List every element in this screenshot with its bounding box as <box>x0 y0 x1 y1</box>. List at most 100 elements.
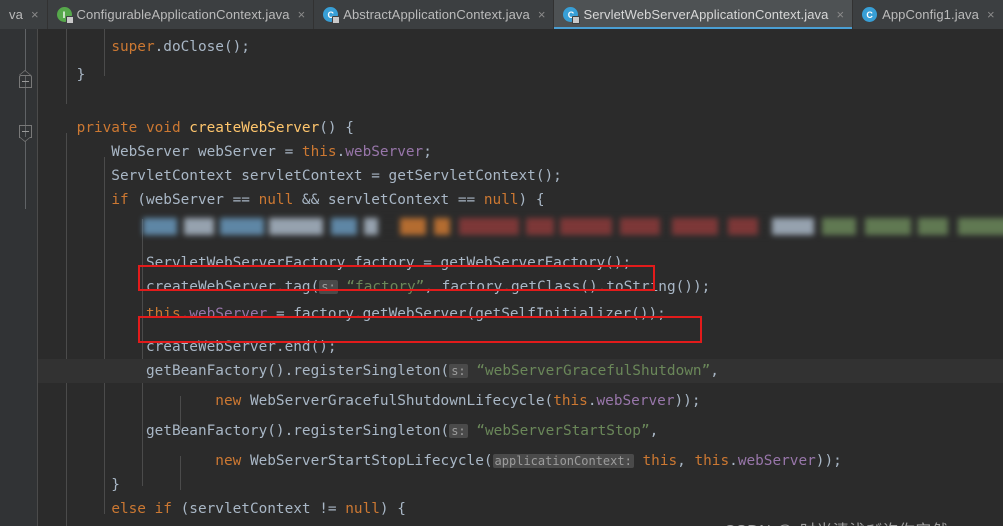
code-token: this <box>694 453 730 469</box>
code-line: } <box>42 473 120 497</box>
code-line: } <box>42 63 86 87</box>
code-line: this.webServer = factory.getWebServer(ge… <box>42 302 666 326</box>
code-token: “webServerStartStop” <box>476 423 650 439</box>
editor-tab-bar: va × I ConfigurableApplicationContext.java ×… <box>0 0 1003 29</box>
fold-region-line <box>25 29 26 209</box>
editor-tab-servletwebserverapplicationcontext-java[interactable]: C ServletWebServerApplicationContext.java… <box>554 0 854 29</box>
code-token: ) { <box>379 501 406 517</box>
code-token: this <box>553 393 588 409</box>
code-line: new WebServerGracefulShutdownLifecycle(t… <box>42 389 700 413</box>
code-token: null <box>345 501 380 517</box>
editor-tab-appconfig1-java[interactable]: C AppConfig1.java × <box>853 0 1003 29</box>
code-token: null <box>483 192 519 208</box>
code-line: createWebServer.tag(s: “factory”, factor… <box>42 275 710 299</box>
java-class-icon: C <box>323 7 341 24</box>
close-icon[interactable]: × <box>538 8 546 21</box>
close-icon[interactable]: × <box>987 8 995 21</box>
code-token: . <box>729 453 738 469</box>
code-token: } <box>42 477 120 493</box>
code-line: ServletWebServerFactory factory = getWeb… <box>42 251 631 275</box>
editor-tab-label: AbstractApplicationContext.java <box>343 7 530 22</box>
editor-tab-label: va <box>9 7 23 22</box>
code-token: else if <box>111 501 172 517</box>
code-token: .doClose <box>154 39 224 55</box>
editor-tab-configurableapplicationcontext-java[interactable]: I ConfigurableApplicationContext.java × <box>47 0 315 29</box>
code-line: getBeanFactory().registerSingleton(s: “w… <box>42 419 658 443</box>
code-token: && servletContext == <box>293 192 484 208</box>
ide-editor-window: va × I ConfigurableApplicationContext.java ×… <box>0 0 1003 526</box>
editor-tab-label: ServletWebServerApplicationContext.java <box>583 7 829 22</box>
code-editor-area[interactable]: } super.doClose(); } private void create… <box>38 29 1003 526</box>
code-token: ) { <box>518 192 545 208</box>
code-line: createWebServer.end(); <box>42 335 337 359</box>
fold-marker-collapse-method[interactable] <box>19 125 32 142</box>
code-token: = factory.getWebServer(getSelfInitialize… <box>267 306 666 322</box>
code-token: webServer <box>596 393 675 409</box>
code-token: this <box>642 453 678 469</box>
code-token: ; <box>423 144 432 160</box>
java-interface-icon: I <box>56 7 74 24</box>
close-icon[interactable]: × <box>836 8 844 21</box>
editor-gutter[interactable] <box>0 29 37 526</box>
code-line: if (webServer == null && servletContext … <box>42 188 545 212</box>
code-token: WebServerStartStopLifecycle( <box>241 453 493 469</box>
code-token: (servletContext <box>171 501 320 517</box>
code-token: new <box>215 393 242 409</box>
lock-icon <box>572 16 581 24</box>
code-token: , factory.getClass().toString()); <box>424 279 711 295</box>
code-token: , <box>710 363 719 379</box>
code-token: createWebServer <box>189 120 320 136</box>
code-token: createWebServer.end(); <box>42 339 337 355</box>
code-token: “factory” <box>346 279 425 295</box>
code-token: (); <box>223 39 250 55</box>
fold-marker-collapse-top[interactable] <box>19 70 32 88</box>
fold-collapse-dash-icon <box>22 131 29 132</box>
parameter-hint: s: <box>449 424 468 438</box>
code-line: super.doClose(); <box>42 35 250 59</box>
editor-tab-va[interactable]: va × <box>0 0 48 29</box>
code-token: super <box>111 39 155 55</box>
close-icon[interactable]: × <box>298 8 306 21</box>
code-line: private void createWebServer() { <box>42 116 354 140</box>
code-token: null <box>258 192 294 208</box>
editor-tab-label: ConfigurableApplicationContext.java <box>76 7 290 22</box>
redacted-code-line <box>143 218 1003 235</box>
code-token: webServer <box>189 306 268 322</box>
code-token: “webServerGracefulShutdown” <box>476 363 711 379</box>
close-icon[interactable]: × <box>31 8 39 21</box>
code-token: () { <box>319 120 354 136</box>
code-token: private void <box>76 120 190 136</box>
code-token: ServletWebServerFactory factory = getWeb… <box>42 255 632 271</box>
code-token: != <box>319 501 337 517</box>
code-token: )); <box>815 453 842 469</box>
code-line: ServletContext servletContext = getServl… <box>42 164 562 188</box>
code-token: this <box>145 306 181 322</box>
code-token: getBeanFactory().registerSingleton( <box>42 363 450 379</box>
parameter-hint: applicationContext: <box>492 454 634 468</box>
lock-icon <box>332 16 341 24</box>
code-token: . <box>180 306 190 322</box>
code-line: new WebServerStartStopLifecycle(applicat… <box>42 449 842 473</box>
code-token: if <box>111 192 129 208</box>
editor-tab-abstractapplicationcontext-java[interactable]: C AbstractApplicationContext.java × <box>314 0 555 29</box>
code-token: (webServer == <box>128 192 259 208</box>
code-token: getBeanFactory().registerSingleton( <box>42 423 450 439</box>
code-token: WebServerGracefulShutdownLifecycle( <box>241 393 554 409</box>
code-token: , <box>677 453 695 469</box>
parameter-hint: s: <box>449 364 468 378</box>
code-token: new <box>215 453 242 469</box>
java-class-icon: C <box>563 7 581 24</box>
code-token: ServletContext servletContext = getServl… <box>42 168 562 184</box>
java-class-icon: C <box>862 7 878 22</box>
code-token: webServer <box>737 453 816 469</box>
code-token: . <box>587 393 597 409</box>
code-line: WebServer webServer = this.webServer; <box>42 140 432 164</box>
